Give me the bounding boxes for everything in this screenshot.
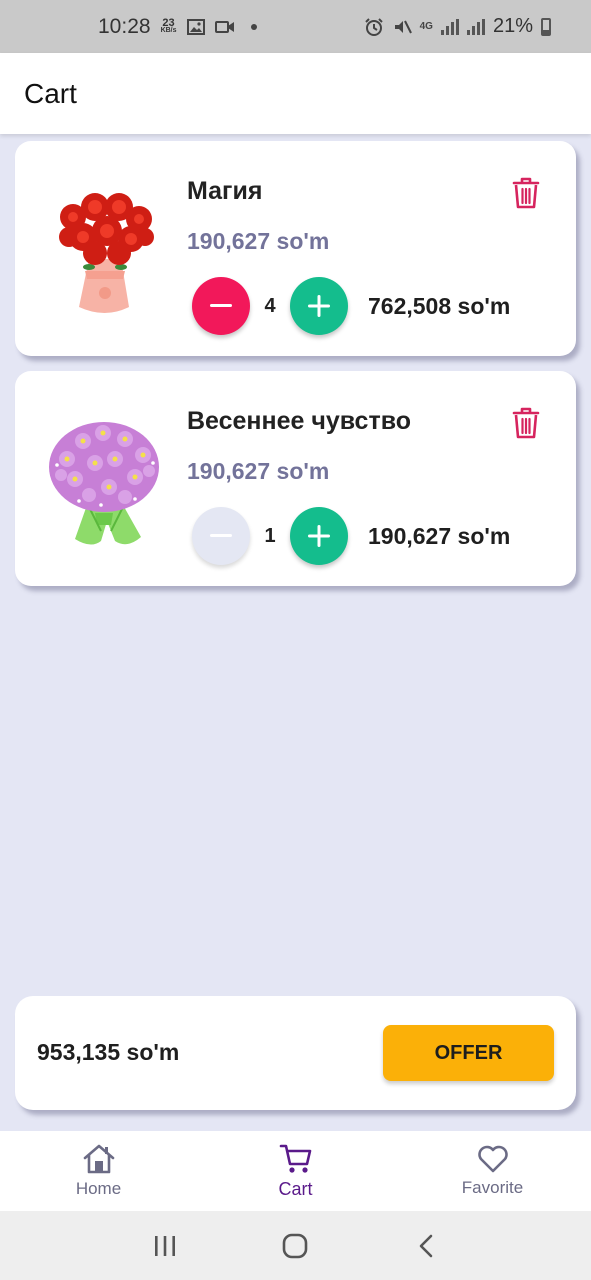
heart-icon (477, 1145, 508, 1173)
page-title: Cart (24, 77, 77, 109)
product-price: 190,627 so'm (187, 458, 330, 484)
dot-icon (250, 23, 257, 30)
system-navigation-bar (0, 1211, 591, 1280)
delete-button[interactable] (509, 404, 543, 442)
product-image-lilac-bouquet[interactable] (45, 409, 163, 549)
decrease-quantity-button[interactable] (192, 507, 250, 565)
line-total: 190,627 so'm (368, 522, 511, 549)
plus-icon (308, 525, 330, 547)
nav-label-cart: Cart (278, 1178, 313, 1199)
product-price: 190,627 so'm (187, 228, 330, 254)
nav-item-home[interactable]: Home (0, 1131, 197, 1211)
product-name[interactable]: Магия (187, 177, 262, 206)
recent-apps-icon (155, 1235, 176, 1256)
trash-icon (512, 407, 540, 439)
line-total: 762,508 so'm (368, 292, 511, 319)
network-speed: 23 KB/s (160, 16, 177, 35)
nav-item-favorite[interactable]: Favorite (394, 1131, 591, 1211)
alarm-icon (364, 17, 383, 36)
plus-icon (308, 295, 330, 317)
network-speed-unit: KB/s (160, 26, 177, 34)
cart-item: Весеннее чувство 190,627 so'm 1 190,627 … (15, 371, 576, 586)
app-bar: Cart (0, 53, 591, 134)
back-chevron-icon (419, 1234, 433, 1257)
home-circle-icon (283, 1233, 308, 1258)
home-icon (83, 1144, 114, 1174)
battery-icon (541, 17, 551, 36)
cart-summary: 953,135 so'm OFFER (15, 996, 576, 1110)
minus-icon (210, 534, 232, 537)
trash-icon (512, 177, 540, 209)
network-speed-value: 23 (162, 16, 175, 29)
battery-percent: 21% (492, 15, 533, 37)
decrease-quantity-button[interactable] (192, 277, 250, 335)
status-bar: 10:28 23 KB/s 4G 21% (0, 0, 591, 53)
minus-icon (210, 304, 232, 307)
cart-total: 953,135 so'm (37, 1039, 180, 1065)
offer-button[interactable]: OFFER (383, 1025, 554, 1081)
quantity-value: 4 (264, 294, 276, 317)
signal-icon (440, 18, 459, 35)
delete-button[interactable] (509, 174, 543, 212)
bottom-navigation: Home Cart Favorite (0, 1131, 591, 1211)
quantity-stepper: 1 190,627 so'm (192, 507, 510, 565)
cart-item: Магия 190,627 so'm 4 762,508 so'm (15, 141, 576, 356)
home-system-button[interactable] (270, 1226, 320, 1266)
nav-label-favorite: Favorite (461, 1178, 524, 1197)
increase-quantity-button[interactable] (290, 507, 348, 565)
quantity-stepper: 4 762,508 so'm (192, 277, 510, 335)
back-button[interactable] (401, 1226, 451, 1266)
status-time: 10:28 (98, 14, 151, 38)
nav-label-home: Home (75, 1179, 122, 1198)
signal-icon-2 (466, 18, 485, 35)
product-image-red-bouquet[interactable] (45, 179, 163, 319)
video-icon (214, 20, 234, 33)
nav-item-cart[interactable]: Cart (197, 1131, 394, 1211)
quantity-value: 1 (264, 524, 276, 547)
recent-apps-button[interactable] (140, 1226, 190, 1266)
mute-icon (394, 20, 412, 33)
network-type: 4G (419, 21, 433, 32)
increase-quantity-button[interactable] (290, 277, 348, 335)
gallery-icon (186, 18, 205, 35)
product-name[interactable]: Весеннее чувство (187, 407, 411, 436)
cart-icon (279, 1144, 311, 1173)
